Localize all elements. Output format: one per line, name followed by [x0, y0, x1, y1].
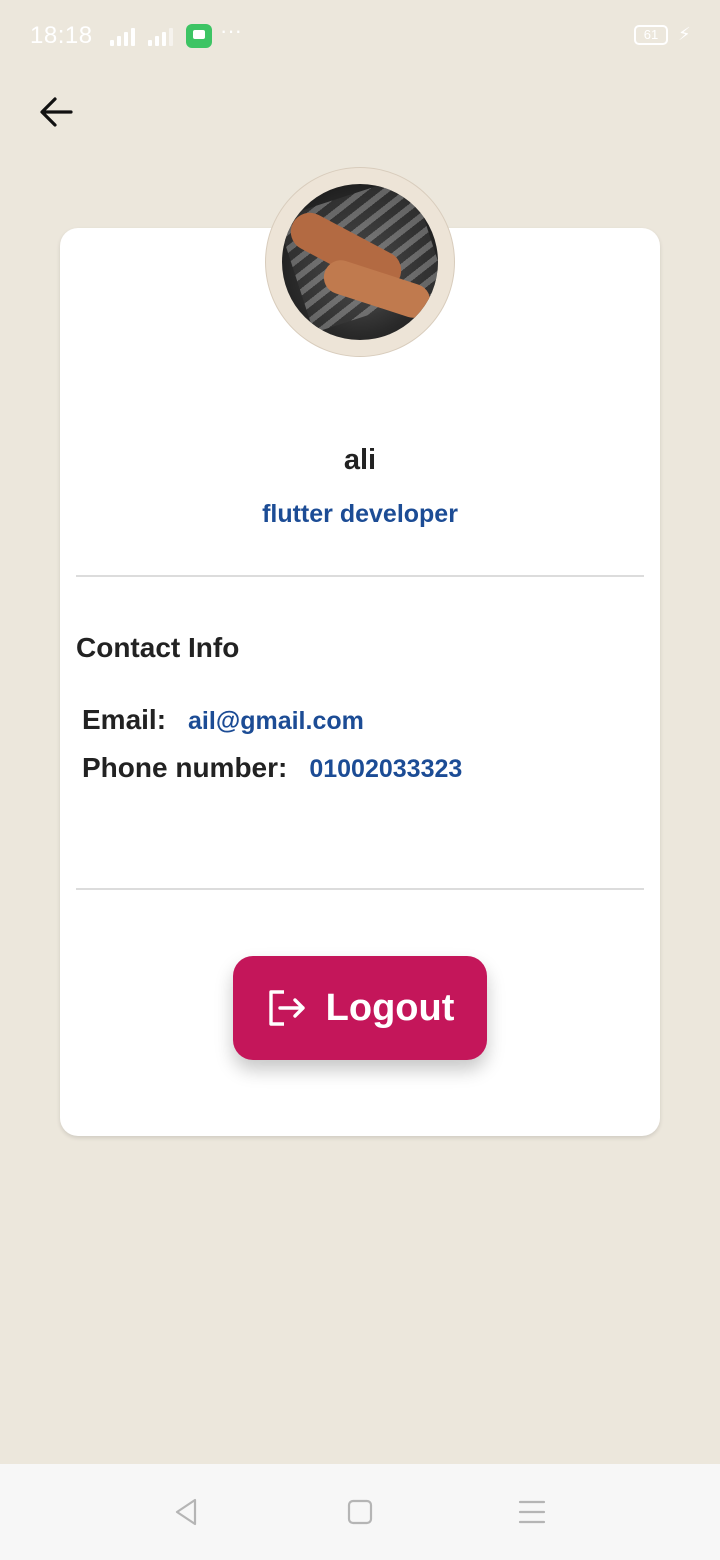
message-notification-icon [186, 24, 212, 48]
status-time: 18:18 [30, 22, 93, 49]
phone-label: Phone number: [82, 752, 288, 783]
divider [76, 888, 644, 890]
back-button[interactable] [30, 86, 82, 138]
charging-icon: ⚡ [678, 24, 691, 44]
phone-value: 01002033323 [309, 755, 463, 783]
battery-icon: 61 [634, 25, 668, 45]
nav-back-button[interactable] [166, 1492, 206, 1532]
battery-level: 61 [643, 27, 659, 42]
arrow-left-icon [40, 97, 73, 127]
profile-role: flutter developer [262, 500, 458, 528]
signal-icon-2 [148, 26, 173, 46]
system-navigation-bar [0, 1464, 720, 1560]
nav-home-button[interactable] [340, 1492, 380, 1532]
triangle-back-icon [175, 1498, 197, 1526]
menu-lines-icon [518, 1500, 546, 1524]
email-value: ail@gmail.com [188, 707, 364, 735]
profile-screen: 18:18 ··· 61 ⚡ ali flutter developer Con… [0, 0, 720, 1560]
nav-menu-button[interactable] [512, 1492, 552, 1532]
square-home-icon [347, 1499, 373, 1525]
contact-info-heading: Contact Info [76, 632, 240, 663]
signal-icon [110, 26, 135, 46]
avatar [282, 184, 438, 340]
profile-name: ali [343, 444, 377, 476]
logout-label: Logout [325, 986, 455, 1029]
phone-row: Phone number: 01002033323 [82, 752, 462, 784]
avatar-frame [266, 168, 454, 356]
logout-button[interactable]: Logout [233, 956, 487, 1060]
email-label: Email: [82, 704, 167, 735]
divider [76, 575, 644, 577]
status-bar: 18:18 ··· 61 ⚡ [0, 0, 720, 72]
email-row: Email: ail@gmail.com [82, 704, 364, 736]
logout-icon [268, 990, 305, 1026]
more-notifications-icon: ··· [220, 18, 242, 43]
